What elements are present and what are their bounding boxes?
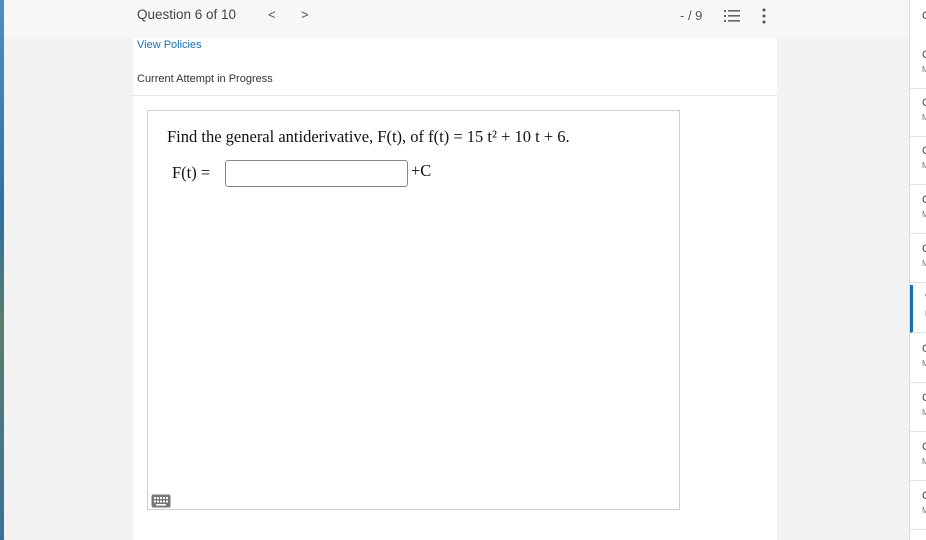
constant-of-integration: +C — [411, 161, 432, 180]
sidebar-question-item[interactable]: C M — [910, 137, 926, 185]
sidebar-item-sub: M — [922, 210, 926, 219]
sidebar-item-letter: C — [922, 392, 926, 404]
question-list-sidebar: C C M C M C M C M C M V M C M C M C M C … — [909, 0, 926, 540]
question-panel: View Policies Current Attempt in Progres… — [133, 38, 777, 540]
more-vertical-icon[interactable] — [760, 8, 768, 24]
sidebar-item-sub: M — [922, 457, 926, 466]
sidebar-item-letter: C — [922, 97, 926, 109]
previous-question-button[interactable]: < — [268, 7, 276, 22]
desktop-background-edge — [0, 0, 4, 540]
sidebar-item-letter: C — [922, 243, 926, 255]
question-toolbar: Question 6 of 10 < > - / 9 — [4, 0, 909, 38]
list-icon[interactable] — [724, 9, 740, 23]
sidebar-question-item[interactable]: C M — [910, 482, 926, 530]
keyboard-icon[interactable] — [151, 494, 171, 508]
next-question-button[interactable]: > — [301, 7, 309, 22]
sidebar-question-item-current[interactable]: V M — [910, 285, 926, 333]
sidebar-item-letter: C — [922, 194, 926, 206]
sidebar-question-item[interactable]: C M — [910, 89, 926, 137]
sidebar-item-letter: C — [922, 343, 926, 355]
attempt-status: Current Attempt in Progress — [137, 73, 273, 85]
view-policies-link[interactable]: View Policies — [137, 39, 202, 51]
sidebar-item-sub: M — [922, 359, 926, 368]
sidebar-item-letter: C — [922, 490, 926, 502]
sidebar-question-item[interactable]: C M — [910, 335, 926, 383]
sidebar-question-item[interactable]: C M — [910, 186, 926, 234]
sidebar-question-item[interactable]: C M — [910, 41, 926, 89]
sidebar-item-letter: C — [922, 145, 926, 157]
sidebar-item-sub: M — [922, 65, 926, 74]
sidebar-top-letter: C — [922, 10, 926, 22]
question-counter: Question 6 of 10 — [137, 7, 237, 22]
score-display: - / 9 — [680, 8, 703, 23]
sidebar-item-sub: M — [922, 113, 926, 122]
antiderivative-answer-input[interactable] — [225, 160, 408, 187]
sidebar-item-letter: C — [922, 441, 926, 453]
sidebar-question-item[interactable]: C M — [910, 235, 926, 283]
sidebar-item-sub: M — [922, 161, 926, 170]
sidebar-question-item[interactable]: C M — [910, 433, 926, 481]
sidebar-item-sub: M — [922, 259, 926, 268]
question-prompt: Find the general antiderivative, F(t), o… — [167, 127, 570, 146]
answer-label: F(t) = — [172, 163, 211, 182]
sidebar-item-letter: C — [922, 49, 926, 61]
question-box: Find the general antiderivative, F(t), o… — [147, 110, 680, 510]
sidebar-item-sub: M — [922, 506, 926, 515]
sidebar-item-sub: M — [922, 408, 926, 417]
divider — [133, 95, 777, 96]
sidebar-question-item[interactable]: C M — [910, 384, 926, 432]
